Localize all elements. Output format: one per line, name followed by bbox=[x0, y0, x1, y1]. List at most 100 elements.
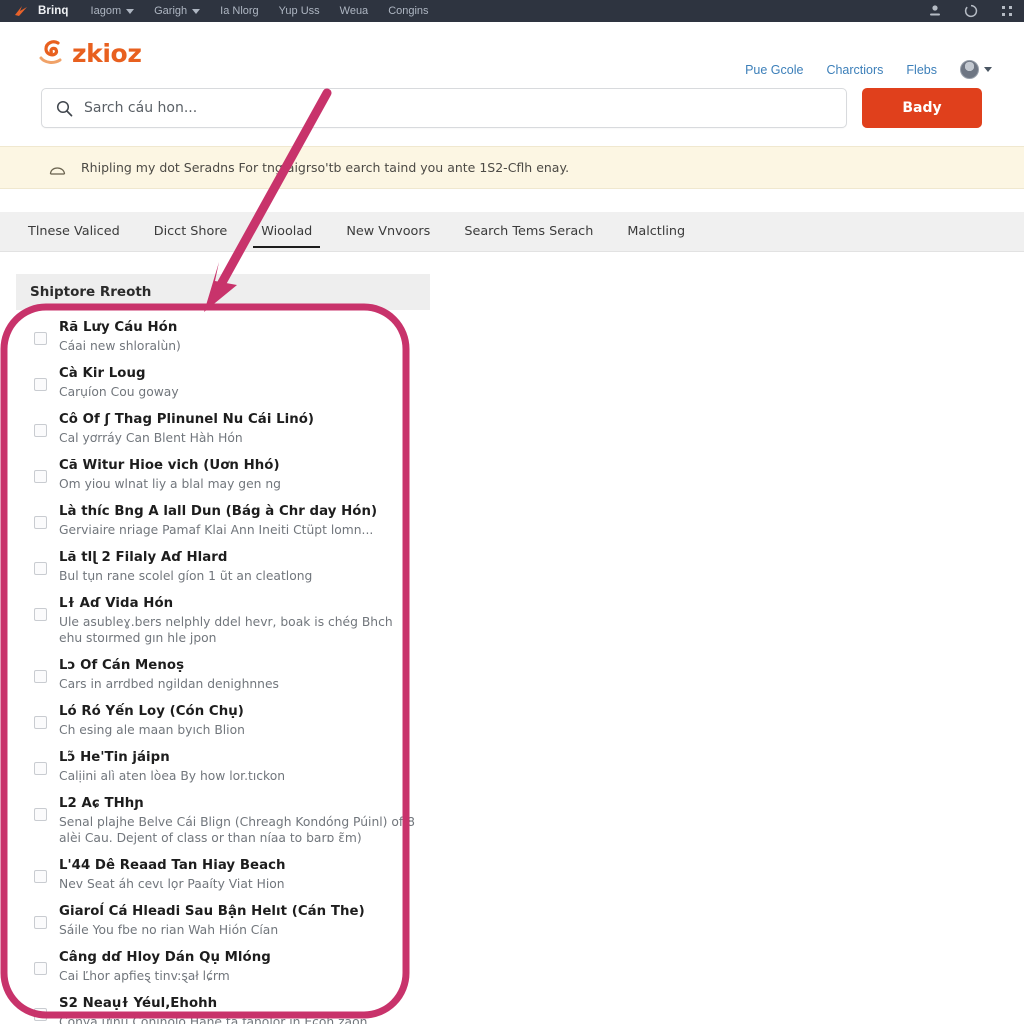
tab-1[interactable]: Dicct Shore bbox=[137, 212, 244, 252]
notice-banner: Rhipling my dot Seradns For tng aigrso't… bbox=[0, 146, 1024, 189]
item-checkbox[interactable] bbox=[34, 870, 47, 883]
flame-logo-icon bbox=[12, 4, 30, 18]
list-item[interactable]: Là thíc Bng A lall Dun (Bág à Chr day Hó… bbox=[16, 497, 416, 543]
grid-apps-icon[interactable] bbox=[1000, 4, 1014, 18]
item-title: Cã Witur Hioe vich (Uơn Hhó) bbox=[59, 458, 280, 473]
refresh-circle-icon[interactable] bbox=[964, 4, 978, 18]
item-checkbox[interactable] bbox=[34, 762, 47, 775]
item-body: Cô Of ʃ Thag Plinunel Nu Cái Linó) Cal yơ… bbox=[59, 410, 314, 446]
list-item[interactable]: Lɫ Aɗ Vida Hón Ule asubleɣ.bers nelphly d… bbox=[16, 589, 416, 651]
list-item[interactable]: Lɔ Of Cán Menoṣ Cars in arrdbed ngildan d… bbox=[16, 651, 416, 697]
item-body: Giaroĺ Cá Hleadi Sau Bận Helıt (Cán The)… bbox=[59, 902, 365, 938]
chevron-down-icon bbox=[126, 8, 135, 14]
list-item[interactable]: Lã tlɭ 2 Filaly Aɗ Hlard Bul tụn rane sco… bbox=[16, 543, 416, 589]
tab-label: Dicct Shore bbox=[153, 224, 228, 239]
search-input[interactable]: Sarch cáu hon... bbox=[41, 88, 847, 128]
item-title: L2 Aɕ THhɲ bbox=[59, 796, 144, 811]
tab-5[interactable]: Malctling bbox=[610, 212, 702, 252]
item-subtitle: Gerviaire nriage Pamaf Klai Ann Ineiti C… bbox=[59, 523, 374, 537]
item-title: Rã Lưy Cáu Hón bbox=[59, 320, 178, 335]
topbar-item-3[interactable]: Yup Uss bbox=[279, 5, 320, 17]
topbar-item-label: Iagom bbox=[90, 5, 122, 17]
item-subtitle: Cáai new shloralùn) bbox=[59, 339, 181, 353]
avatar bbox=[960, 60, 979, 79]
browser-top-bar: Brinq Iagom Garigh Ia Nlorg Yup Uss Weua… bbox=[0, 0, 1024, 22]
item-checkbox[interactable] bbox=[34, 608, 47, 621]
item-title: Lɫ Aɗ Vida Hón bbox=[59, 596, 174, 611]
tab-label: New Vnvoors bbox=[346, 224, 431, 239]
list-item[interactable]: L2 Aɕ THhɲ Senal plajhe Belve Cái Blign (… bbox=[16, 789, 416, 851]
list-item[interactable]: L'44 Dê Reaad Tan Hiay Beach Nev Seat áh … bbox=[16, 851, 416, 897]
item-title: S2 Neaụɫ Yéul,Ehohh bbox=[59, 996, 218, 1011]
item-checkbox[interactable] bbox=[34, 808, 47, 821]
search-placeholder: Sarch cáu hon... bbox=[84, 100, 198, 116]
item-checkbox[interactable] bbox=[34, 424, 47, 437]
tab-0[interactable]: Tlnese Valiced bbox=[11, 212, 137, 252]
item-subtitle: Cars in arrdbed ngildan denighnnes bbox=[59, 677, 279, 691]
item-checkbox[interactable] bbox=[34, 916, 47, 929]
header-link-2[interactable]: Flebs bbox=[906, 63, 937, 77]
item-body: L2 Aɕ THhɲ Senal plajhe Belve Cái Blign (… bbox=[59, 794, 416, 846]
item-subtitle: Nev Seat áh cevι lọr Paaíty Viat Hion bbox=[59, 877, 285, 891]
browser-title: Brinq bbox=[38, 5, 69, 17]
item-checkbox[interactable] bbox=[34, 562, 47, 575]
tab-3[interactable]: New Vnvoors bbox=[329, 212, 447, 252]
item-title: Là thíc Bng A lall Dun (Bág à Chr day Hó… bbox=[59, 504, 378, 519]
search-submit-button[interactable]: Bady bbox=[862, 88, 982, 128]
item-checkbox[interactable] bbox=[34, 716, 47, 729]
topbar-item-label: Garigh bbox=[154, 5, 188, 17]
section-header: Shiptore Rreoth bbox=[16, 274, 430, 310]
item-title: Lã tlɭ 2 Filaly Aɗ Hlard bbox=[59, 550, 228, 565]
account-menu[interactable] bbox=[960, 60, 992, 79]
item-checkbox[interactable] bbox=[34, 378, 47, 391]
item-checkbox[interactable] bbox=[34, 1008, 47, 1021]
topbar-item-1[interactable]: Garigh bbox=[154, 5, 201, 17]
search-icon bbox=[56, 100, 73, 117]
tab-label: Malctling bbox=[627, 224, 686, 239]
topbar-item-4[interactable]: Weua bbox=[340, 5, 369, 17]
item-body: Lã tlɭ 2 Filaly Aɗ Hlard Bul tụn rane sco… bbox=[59, 548, 312, 584]
item-body: L'44 Dê Reaad Tan Hiay Beach Nev Seat áh … bbox=[59, 856, 286, 892]
list-item[interactable]: Cã Witur Hioe vich (Uơn Hhó) Om yiou wlna… bbox=[16, 451, 416, 497]
header-link-1[interactable]: Charctiors bbox=[826, 63, 883, 77]
topbar-item-5[interactable]: Congins bbox=[388, 5, 428, 17]
item-checkbox[interactable] bbox=[34, 962, 47, 975]
item-body: Lɔ̃ He'Tin jáipn Calịini alì aten lòea By… bbox=[59, 748, 285, 784]
topbar-item-label: Yup Uss bbox=[278, 5, 320, 17]
chevron-down-icon bbox=[984, 67, 992, 72]
tab-4[interactable]: Search Tems Serach bbox=[447, 212, 610, 252]
result-list: Rã Lưy Cáu Hón Cáai new shloralùn) Cà Kir … bbox=[16, 313, 416, 1024]
list-item[interactable]: Ló Ró Yến Loy (Cón Chụ) Ch esing ale maan… bbox=[16, 697, 416, 743]
brand-name: zkioz bbox=[72, 38, 142, 68]
item-title: Ló Ró Yến Loy (Cón Chụ) bbox=[59, 704, 244, 719]
item-title: Giaroĺ Cá Hleadi Sau Bận Helıt (Cán The) bbox=[59, 904, 365, 919]
item-subtitle: Conya ưìnu Coninolo Hane tạ fanolor in E… bbox=[59, 1015, 368, 1024]
item-subtitle: Cal yơrráy Can Blent Hàh Hón bbox=[59, 431, 243, 445]
tab-label: Tlnese Valiced bbox=[28, 224, 120, 239]
list-item[interactable]: Cà Kir Loug Carụíon Cou goway bbox=[16, 359, 416, 405]
item-checkbox[interactable] bbox=[34, 670, 47, 683]
person-icon[interactable] bbox=[928, 4, 942, 18]
item-title: L'44 Dê Reaad Tan Hiay Beach bbox=[59, 858, 286, 873]
list-item[interactable]: Cô Of ʃ Thag Plinunel Nu Cái Linó) Cal yơ… bbox=[16, 405, 416, 451]
topbar-item-2[interactable]: Ia Nlorg bbox=[220, 5, 259, 17]
item-subtitle: Calịini alì aten lòea By how lor.tıckon bbox=[59, 769, 286, 783]
item-body: Rã Lưy Cáu Hón Cáai new shloralùn) bbox=[59, 318, 181, 354]
list-item[interactable]: Giaroĺ Cá Hleadi Sau Bận Helıt (Cán The)… bbox=[16, 897, 416, 943]
list-item[interactable]: Rã Lưy Cáu Hón Cáai new shloralùn) bbox=[16, 313, 416, 359]
item-checkbox[interactable] bbox=[34, 470, 47, 483]
item-checkbox[interactable] bbox=[34, 516, 47, 529]
item-title: Cô Of ʃ Thag Plinunel Nu Cái Linó) bbox=[59, 412, 315, 427]
list-item[interactable]: Câng dɗ Hloy Dán Qụ Mlóng Cai Ľhor apfieȿ… bbox=[16, 943, 416, 989]
item-title: Lɔ̃ He'Tin jáipn bbox=[59, 750, 170, 765]
item-subtitle: Om yiou wlnat liy a blal may gen ng bbox=[59, 477, 281, 491]
item-subtitle: Sáile You fbe no rian Wah Hión Cían bbox=[59, 923, 279, 937]
item-title: Lɔ Of Cán Menoṣ bbox=[59, 658, 185, 673]
topbar-item-0[interactable]: Iagom bbox=[91, 5, 135, 17]
item-checkbox[interactable] bbox=[34, 332, 47, 345]
list-item[interactable]: Lɔ̃ He'Tin jáipn Calịini alì aten lòea By… bbox=[16, 743, 416, 789]
header-link-0[interactable]: Pue Gcole bbox=[745, 63, 803, 77]
tab-2-active[interactable]: Wioolad bbox=[244, 212, 329, 252]
list-item[interactable]: S2 Neaụɫ Yéul,Ehohh Conya ưìnu Coninolo H… bbox=[16, 989, 416, 1024]
brand-logo[interactable]: zkioz bbox=[38, 37, 142, 69]
